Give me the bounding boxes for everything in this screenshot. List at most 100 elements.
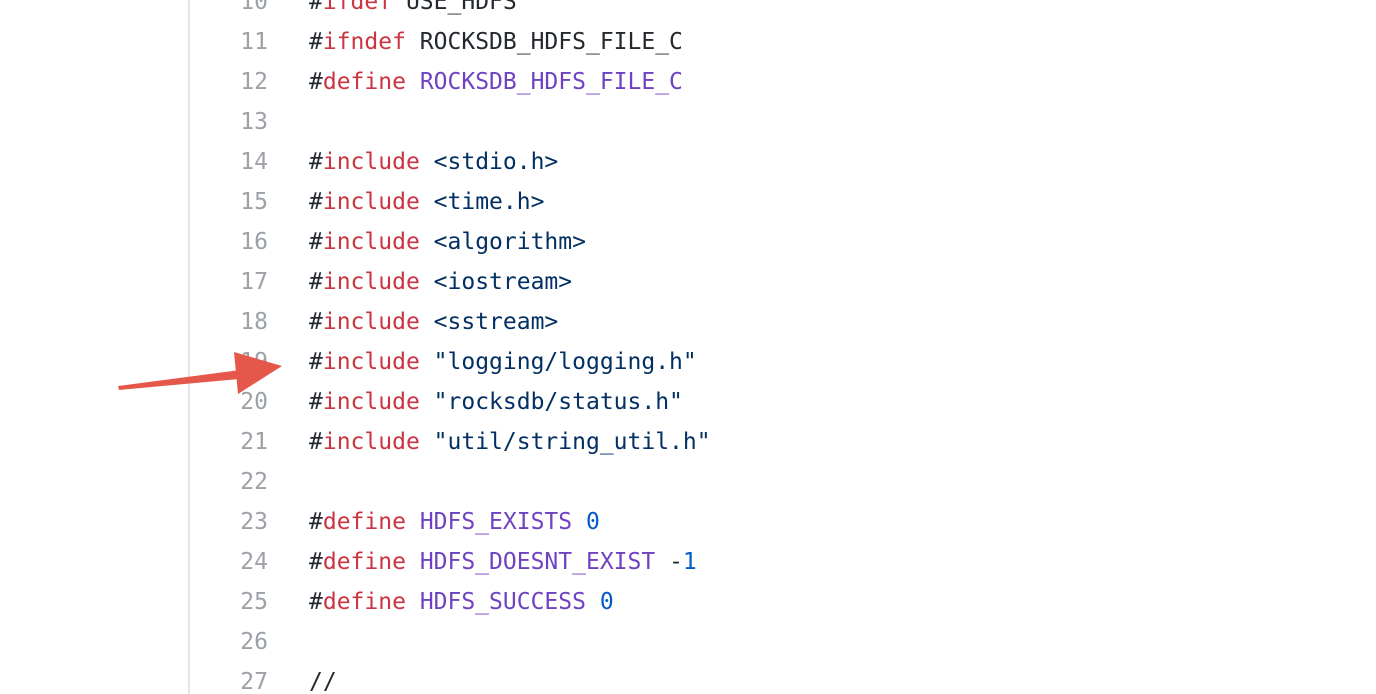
- code-token: <stdio.h>: [433, 149, 559, 175]
- code-token: include: [322, 349, 420, 375]
- code-token: include: [322, 229, 420, 255]
- line-source: #define HDFS_SUCCESS 0: [309, 582, 614, 622]
- code-line: 14 #include <stdio.h>: [0, 142, 1376, 182]
- code-line: 26: [0, 622, 1376, 662]
- code-token: //: [309, 669, 337, 694]
- line-number[interactable]: 25: [190, 582, 268, 622]
- code-token: include: [322, 309, 420, 335]
- code-line: 19 #include "logging/logging.h": [0, 342, 1376, 382]
- code-line: 21 #include "util/string_util.h": [0, 422, 1376, 462]
- line-number[interactable]: 21: [190, 422, 268, 462]
- code-token: #: [309, 309, 323, 335]
- code-token: include: [322, 269, 420, 295]
- line-source: //: [309, 662, 337, 694]
- line-source: #define HDFS_EXISTS 0: [309, 502, 600, 542]
- code-line: 16 #include <algorithm>: [0, 222, 1376, 262]
- code-token: ROCKSDB_HDFS_FILE_C: [405, 29, 683, 55]
- code-token: <iostream>: [433, 269, 573, 295]
- line-number[interactable]: 13: [190, 102, 268, 142]
- line-number[interactable]: 16: [190, 222, 268, 262]
- code-token: #: [309, 509, 323, 535]
- code-token: ifndef: [322, 29, 406, 55]
- code-token: "logging/logging.h": [433, 349, 697, 375]
- code-token: define: [322, 589, 406, 615]
- code-token: 1: [682, 549, 697, 575]
- code-token: include: [322, 389, 420, 415]
- code-token: "rocksdb/status.h": [433, 389, 683, 415]
- code-line: 24 #define HDFS_DOESNT_EXIST -1: [0, 542, 1376, 582]
- code-line: 23 #define HDFS_EXISTS 0: [0, 502, 1376, 542]
- code-line: 27 //: [0, 662, 1376, 694]
- line-number[interactable]: 23: [190, 502, 268, 542]
- code-token: #: [309, 349, 323, 375]
- line-number[interactable]: 20: [190, 382, 268, 422]
- code-line: 22: [0, 462, 1376, 502]
- code-token: -: [655, 549, 683, 575]
- code-token: #: [309, 69, 323, 95]
- code-line: 12 #define ROCKSDB_HDFS_FILE_C: [0, 62, 1376, 102]
- line-number[interactable]: 22: [190, 462, 268, 502]
- line-number[interactable]: 26: [190, 622, 268, 662]
- code-token: <sstream>: [433, 309, 559, 335]
- line-source: #include <stdio.h>: [309, 142, 558, 182]
- code-token: include: [322, 189, 420, 215]
- code-token: #: [309, 549, 323, 575]
- code-viewer: 10 #ifdef USE_HDFS 11 #ifndef ROCKSDB_HDFS_…: [0, 0, 1376, 694]
- code-token: #: [309, 589, 323, 615]
- code-token: <algorithm>: [433, 229, 586, 255]
- line-number[interactable]: 27: [190, 662, 268, 694]
- code-token: #: [309, 0, 323, 15]
- code-token: include: [322, 429, 420, 455]
- code-token: #: [309, 229, 323, 255]
- code-token: HDFS_DOESNT_EXIST: [419, 549, 656, 575]
- code-line: 25 #define HDFS_SUCCESS 0: [0, 582, 1376, 622]
- code-line: 13: [0, 102, 1376, 142]
- line-number[interactable]: 12: [190, 62, 268, 102]
- line-number[interactable]: 14: [190, 142, 268, 182]
- code-line: 17 #include <iostream>: [0, 262, 1376, 302]
- code-token: ROCKSDB_HDFS_FILE_C: [419, 69, 683, 95]
- line-number[interactable]: 19: [190, 342, 268, 382]
- code-token: 0: [586, 509, 600, 535]
- line-source: #include <algorithm>: [309, 222, 586, 262]
- line-source: #include "logging/logging.h": [309, 342, 697, 382]
- line-number[interactable]: 15: [190, 182, 268, 222]
- line-source: #define ROCKSDB_HDFS_FILE_C: [309, 62, 683, 102]
- code-listing: 10 #ifdef USE_HDFS 11 #ifndef ROCKSDB_HDFS_…: [0, 0, 1376, 694]
- line-source: #include <sstream>: [309, 302, 558, 342]
- line-source: #include "util/string_util.h": [309, 422, 711, 462]
- code-token: #: [309, 149, 323, 175]
- code-token: #: [309, 389, 323, 415]
- code-token: #: [309, 269, 323, 295]
- code-token: ifdef: [322, 0, 393, 15]
- line-number[interactable]: 11: [190, 22, 268, 62]
- code-token: HDFS_SUCCESS: [419, 589, 586, 615]
- code-line: 18 #include <sstream>: [0, 302, 1376, 342]
- code-token: 0: [599, 589, 614, 615]
- code-token: #: [309, 429, 323, 455]
- line-source: #define HDFS_DOESNT_EXIST -1: [309, 542, 697, 582]
- code-line: 11 #ifndef ROCKSDB_HDFS_FILE_C: [0, 22, 1376, 62]
- code-token: "util/string_util.h": [433, 429, 711, 455]
- line-number[interactable]: 10: [190, 0, 268, 22]
- code-token: USE_HDFS: [392, 0, 517, 15]
- line-source: #include <time.h>: [309, 182, 544, 222]
- line-number[interactable]: 18: [190, 302, 268, 342]
- line-number[interactable]: 24: [190, 542, 268, 582]
- code-token: define: [322, 509, 406, 535]
- code-token: define: [322, 69, 406, 95]
- line-number[interactable]: 17: [190, 262, 268, 302]
- line-source: #ifndef ROCKSDB_HDFS_FILE_C: [309, 22, 683, 62]
- code-token: <time.h>: [433, 189, 545, 215]
- code-token: #: [309, 189, 323, 215]
- code-line: 15 #include <time.h>: [0, 182, 1376, 222]
- line-source: #include "rocksdb/status.h": [309, 382, 683, 422]
